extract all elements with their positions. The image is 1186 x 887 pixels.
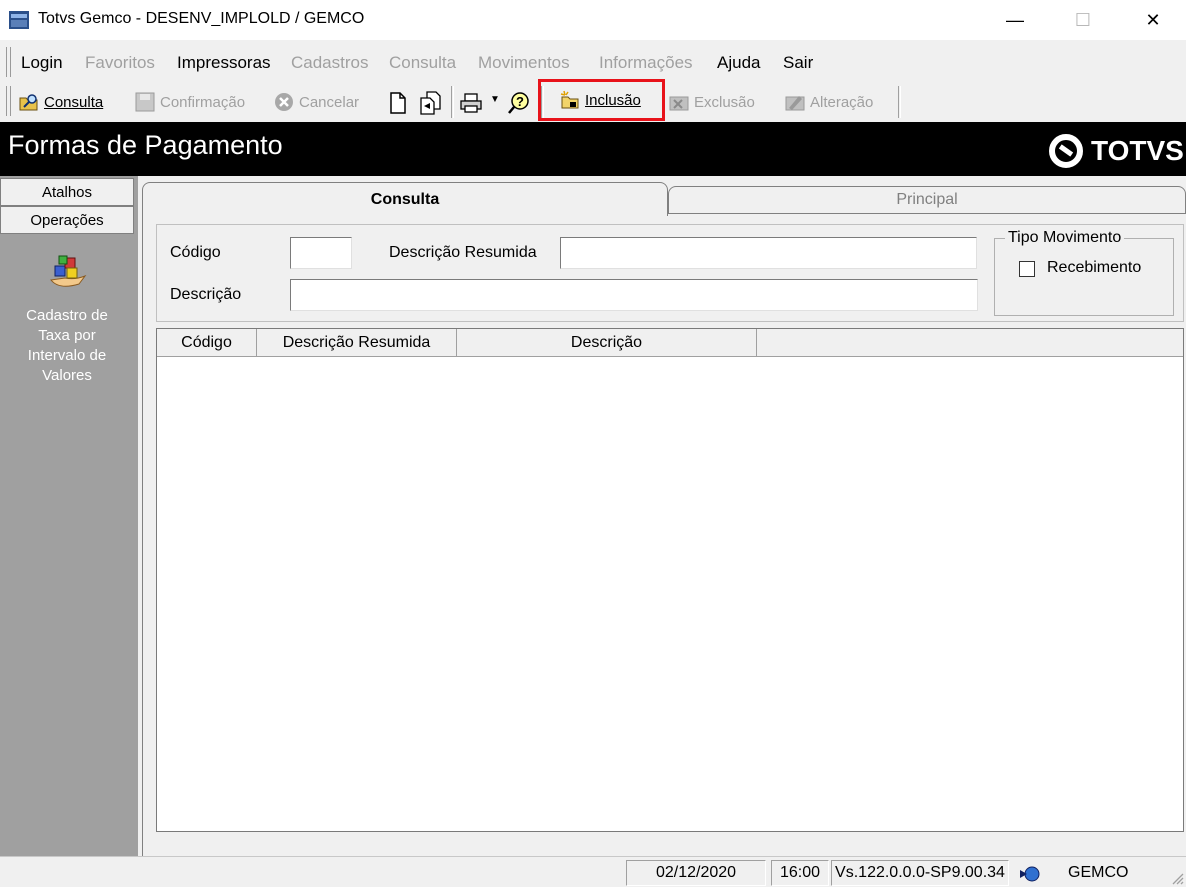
codigo-label: Código [170,244,221,261]
page-header: Formas de Pagamento TOTVS [0,122,1186,176]
sidebar-tab-operacoes[interactable]: Operações [0,206,134,234]
menu-cadastros[interactable]: Cadastros [291,53,368,73]
tipo-movimento-legend: Tipo Movimento [1005,229,1125,247]
menu-login[interactable]: Login [21,53,63,73]
toolbar: Consulta Confirmação Cancelar ▼ ? Inclus… [0,79,1186,122]
status-bar: 02/12/2020 16:00 Vs.122.0.0.0-SP9.00.34 … [0,856,1186,887]
menu-ajuda[interactable]: Ajuda [717,53,760,73]
descricao-resumida-input[interactable] [560,237,977,269]
column-header-descricao-resumida[interactable]: Descrição Resumida [257,329,457,357]
consulta-label: Consulta [44,93,104,111]
totvs-logo: TOTVS [1049,134,1184,168]
status-date: 02/12/2020 [626,860,766,886]
help-search-icon[interactable]: ? [506,91,532,115]
totvs-logo-text: TOTVS [1091,135,1184,166]
sidebar-item-label-line2: Taxa por [38,327,96,344]
resize-grip-icon[interactable] [1168,869,1184,885]
grid-header: Código Descrição Resumida Descrição [157,329,1183,357]
connection-icon [1020,866,1040,882]
tipo-movimento-group: Tipo Movimento Recebimento [994,229,1174,316]
menu-bar: Login Favoritos Impressoras Cadastros Co… [0,44,1186,80]
printer-dropdown-icon[interactable]: ▼ [490,94,500,105]
app-icon [9,11,29,29]
page-title: Formas de Pagamento [8,130,283,160]
alteracao-button[interactable]: Alteração [784,88,873,116]
tab-consulta[interactable]: Consulta [142,182,668,216]
menu-grip [6,47,11,77]
toolbar-separator [451,86,454,118]
menu-sair[interactable]: Sair [783,53,813,73]
column-header-descricao[interactable]: Descrição [457,329,757,357]
confirmacao-label: Confirmação [160,93,246,111]
menu-informacoes[interactable]: Informações [599,53,693,73]
column-header-codigo[interactable]: Código [157,329,257,357]
window-title: Totvs Gemco - DESENV_IMPLOLD / GEMCO [38,10,365,27]
recebimento-checkbox[interactable] [1019,261,1035,277]
cubes-hand-icon [50,255,87,287]
svg-text:?: ? [516,94,524,109]
alteracao-label: Alteração [810,93,874,111]
minimize-button[interactable]: — [992,6,1038,34]
totvs-logo-icon [1049,134,1083,168]
close-button[interactable]: ✕ [1130,6,1176,34]
tab-strip: Consulta Principal [142,182,1186,216]
menu-consulta[interactable]: Consulta [389,53,456,73]
status-time: 16:00 [771,860,829,886]
sidebar-item-label-line4: Valores [42,367,92,384]
delete-record-icon [669,96,689,111]
sidebar-item-cadastro-taxa[interactable]: Cadastro de Taxa por Intervalo de Valore… [0,250,134,386]
tab-principal[interactable]: Principal [668,186,1186,214]
new-record-icon [560,90,579,109]
descricao-resumida-label: Descrição Resumida [389,244,537,261]
sidebar-tab-atalhos[interactable]: Atalhos [0,178,134,206]
results-grid[interactable]: Código Descrição Resumida Descrição [156,328,1184,832]
inclusao-label: Inclusão [585,91,641,109]
title-bar: Totvs Gemco - DESENV_IMPLOLD / GEMCO — ☐… [0,0,1186,40]
sidebar: Atalhos Operações Cadastro de Taxa por I… [0,176,138,856]
folder-search-icon [19,94,38,111]
recebimento-label[interactable]: Recebimento [1047,259,1141,277]
codigo-input[interactable] [290,237,352,269]
menu-movimentos[interactable]: Movimentos [478,53,570,73]
menu-impressoras[interactable]: Impressoras [177,53,271,73]
cancelar-button[interactable]: Cancelar [273,88,359,116]
exclusao-button[interactable]: Exclusão [668,88,755,116]
descricao-label: Descrição [170,286,242,303]
status-company: GEMCO [1068,864,1129,881]
save-icon [135,92,155,112]
new-document-icon[interactable] [388,92,408,114]
confirmacao-button[interactable]: Confirmação [134,88,245,116]
cancelar-label: Cancelar [299,93,360,111]
status-version: Vs.122.0.0.0-SP9.00.34 [831,860,1009,886]
menu-favoritos[interactable]: Favoritos [85,53,155,73]
edit-record-icon [785,96,805,111]
maximize-button[interactable]: ☐ [1060,6,1106,34]
sidebar-item-label-line3: Intervalo de [27,347,107,364]
exclusao-label: Exclusão [694,93,755,111]
printer-icon[interactable] [459,92,485,114]
inclusao-button[interactable]: Inclusão [538,79,665,121]
cancel-icon [275,93,293,111]
copy-document-icon[interactable] [418,91,444,115]
toolbar-separator [898,86,901,118]
sidebar-item-label-line1: Cadastro de [26,307,108,324]
toolbar-grip [6,86,11,116]
descricao-input[interactable] [290,279,978,311]
consulta-button[interactable]: Consulta [18,88,103,116]
